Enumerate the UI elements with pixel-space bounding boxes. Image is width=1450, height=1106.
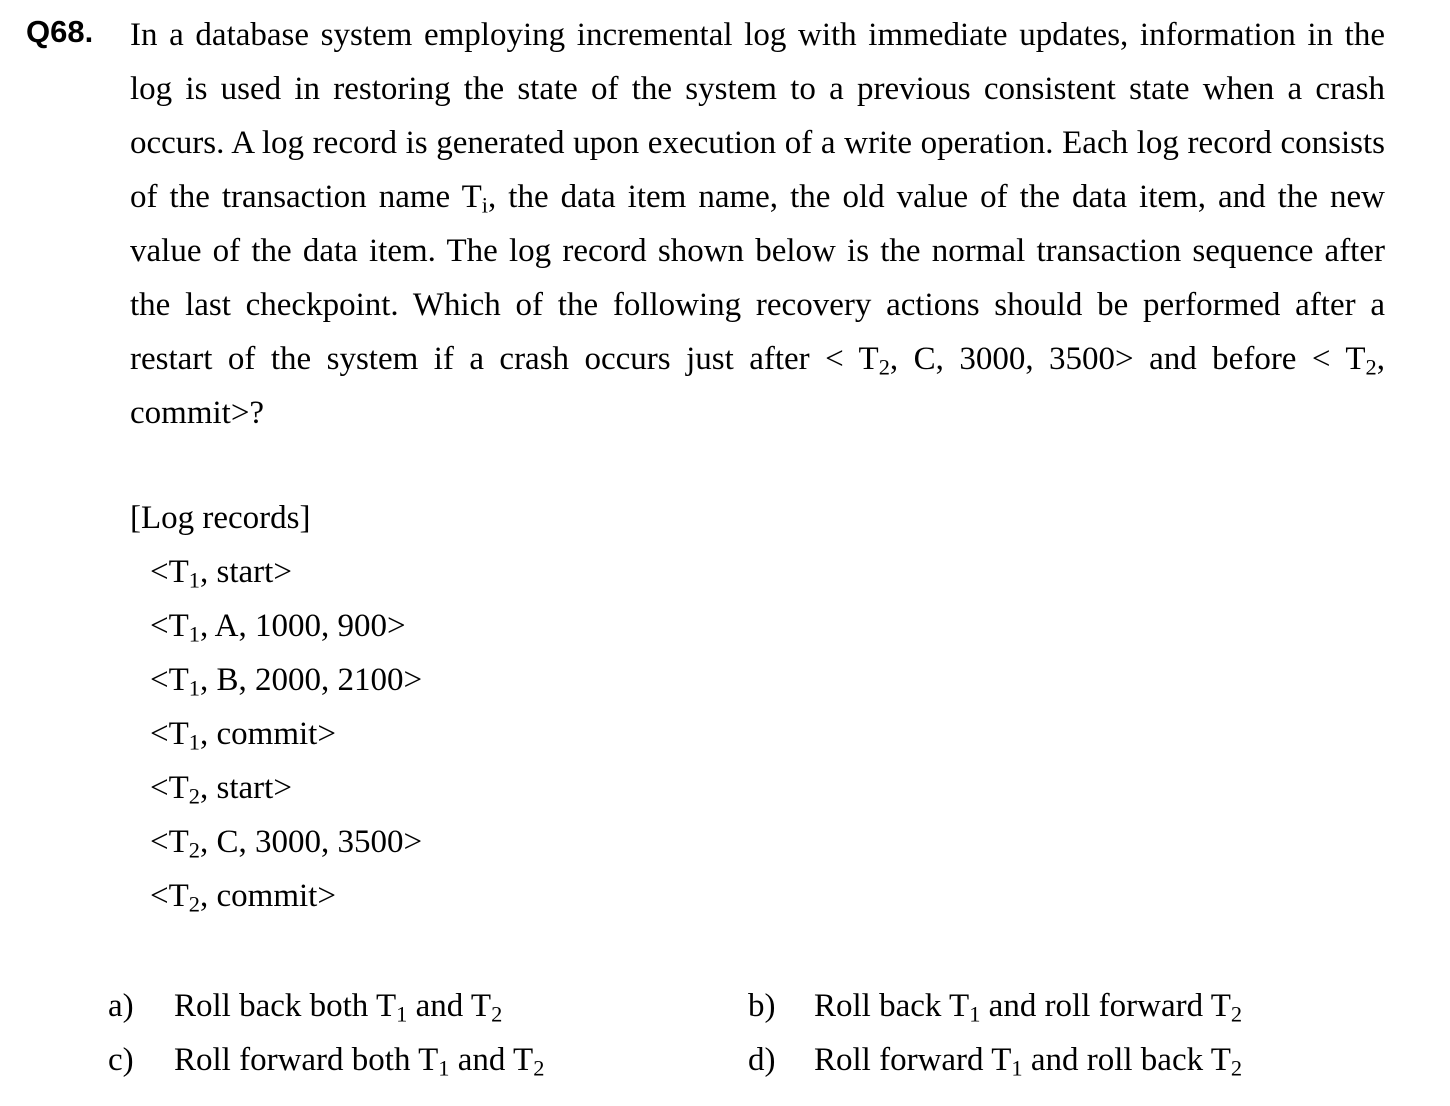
option-subscript: 1 — [1011, 1055, 1023, 1081]
option-c[interactable]: c) Roll forward both T1 and T2 — [108, 1036, 544, 1084]
option-text: and roll back T — [1022, 1042, 1231, 1078]
option-letter: c) — [108, 1042, 134, 1078]
log-record-body: , start> — [200, 554, 292, 590]
option-letter: d) — [748, 1042, 776, 1078]
log-record-subscript: 2 — [188, 783, 200, 809]
option-text: and roll forward T — [980, 988, 1231, 1024]
option-text: Roll back T — [814, 988, 970, 1024]
question-stem: In a database system employing increment… — [130, 8, 1385, 440]
log-record-subscript: 2 — [188, 891, 200, 917]
log-record: <T2, commit> — [150, 872, 422, 926]
option-text: Roll back both T — [174, 988, 397, 1024]
log-record: <T2, start> — [150, 764, 422, 818]
log-record-body: , C, 3000, 3500> — [200, 824, 423, 860]
log-record-prefix: <T — [150, 824, 189, 860]
log-record-subscript: 1 — [188, 729, 200, 755]
option-text: and T — [449, 1042, 534, 1078]
option-letter: b) — [748, 988, 776, 1024]
option-b[interactable]: b) Roll back T1 and roll forward T2 — [748, 982, 1242, 1030]
log-record: <T1, commit> — [150, 710, 422, 764]
option-subscript: 2 — [533, 1055, 545, 1081]
log-record-prefix: <T — [150, 608, 189, 644]
stem-subscript-2b: 2 — [1365, 354, 1377, 380]
option-subscript: 2 — [1230, 1055, 1243, 1081]
log-record-body: , commit> — [200, 716, 336, 752]
log-record-prefix: <T — [150, 878, 189, 914]
log-record-subscript: 1 — [188, 621, 200, 647]
log-record-body: , commit> — [200, 878, 336, 914]
question-number: Q68. — [26, 14, 94, 49]
log-record-body: , start> — [200, 770, 292, 806]
option-text: Roll forward T — [814, 1042, 1012, 1078]
option-subscript: 2 — [491, 1001, 503, 1027]
log-record-body: , A, 1000, 900> — [200, 608, 406, 644]
log-record: <T1, start> — [150, 548, 422, 602]
log-record-subscript: 1 — [188, 675, 200, 701]
option-text: Roll forward both T — [174, 1042, 439, 1078]
log-record-body: , B, 2000, 2100> — [200, 662, 423, 698]
option-subscript: 1 — [396, 1001, 408, 1027]
log-record: <T1, A, 1000, 900> — [150, 602, 422, 656]
log-records-list: <T1, start> <T1, A, 1000, 900> <T1, B, 2… — [150, 548, 422, 926]
option-subscript: 2 — [1230, 1001, 1243, 1027]
log-record-subscript: 1 — [188, 567, 200, 593]
option-d[interactable]: d) Roll forward T1 and roll back T2 — [748, 1036, 1242, 1084]
option-a[interactable]: a) Roll back both T1 and T2 — [108, 982, 502, 1030]
log-records-title: [Log records] — [130, 500, 311, 536]
log-record: <T1, B, 2000, 2100> — [150, 656, 422, 710]
log-record-subscript: 2 — [188, 837, 200, 863]
option-letter: a) — [108, 988, 134, 1024]
stem-subscript-2a: 2 — [878, 354, 890, 380]
log-record-prefix: <T — [150, 716, 189, 752]
stem-text-3: , C, 3000, 3500> and before < T — [889, 341, 1366, 377]
log-record: <T2, C, 3000, 3500> — [150, 818, 422, 872]
option-subscript: 1 — [438, 1055, 450, 1081]
log-record-prefix: <T — [150, 554, 189, 590]
option-subscript: 1 — [969, 1001, 981, 1027]
log-record-prefix: <T — [150, 770, 189, 806]
log-record-prefix: <T — [150, 662, 189, 698]
option-text: and T — [407, 988, 492, 1024]
